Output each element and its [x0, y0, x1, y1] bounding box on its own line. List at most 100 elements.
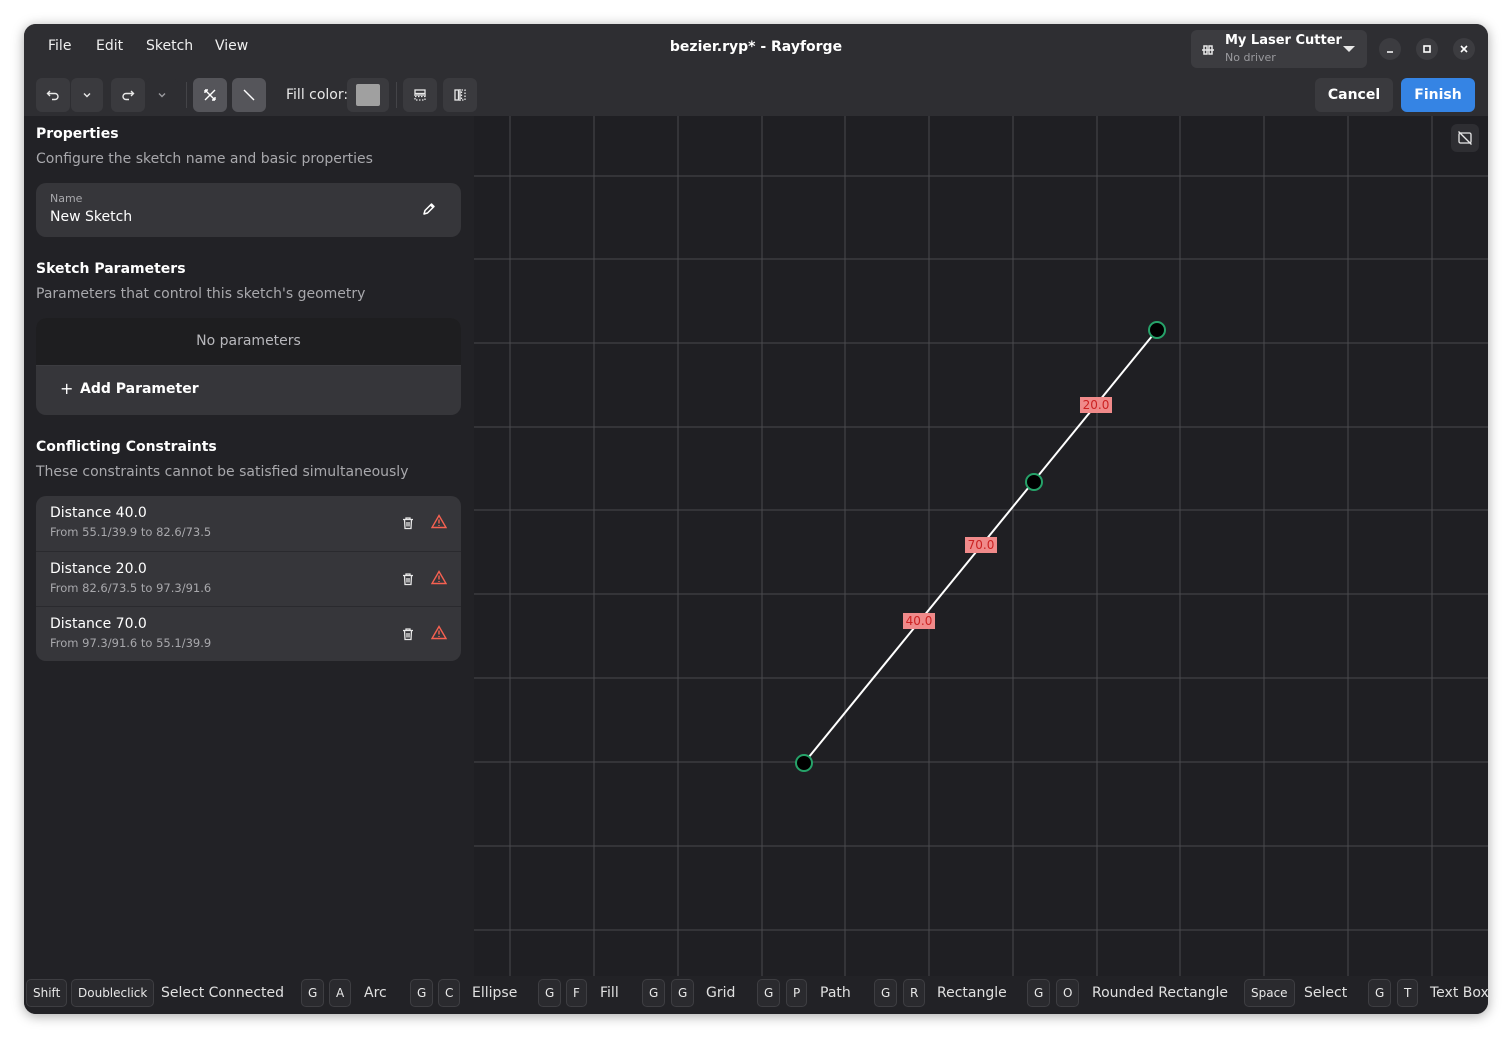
properties-description: Configure the sketch name and basic prop… — [36, 151, 373, 167]
key-badge: R — [903, 979, 926, 1007]
shortcut-bar: Shift Doubleclick Select Connected G A A… — [24, 976, 1488, 1014]
name-label: Name — [50, 192, 83, 205]
close-icon — [1460, 45, 1468, 53]
sketch-drawing[interactable]: 20.0 70.0 40.0 — [474, 116, 1488, 976]
sketch-point — [1025, 473, 1043, 491]
shortcut-label: Rounded Rectangle — [1092, 985, 1228, 1001]
key-badge: G — [671, 979, 695, 1007]
dimension-text: 20.0 — [1083, 398, 1110, 412]
add-parameter-label: Add Parameter — [80, 381, 199, 397]
toolbar-divider — [396, 82, 397, 108]
parameters-empty-state: No parameters — [36, 318, 461, 366]
key-badge: G — [538, 979, 562, 1007]
minimize-button[interactable] — [1379, 38, 1401, 60]
shortcut-label: Select Connected — [161, 985, 285, 1001]
chevron-down-icon — [1343, 46, 1355, 52]
dimension-text: 70.0 — [968, 538, 995, 552]
parameters-card: No parameters + Add Parameter — [36, 318, 461, 415]
conflict-title: Distance 70.0 — [50, 616, 147, 632]
close-button[interactable] — [1453, 38, 1475, 60]
key-badge: G — [1027, 979, 1051, 1007]
fill-color-button[interactable] — [347, 78, 389, 112]
key-badge: Doubleclick — [71, 979, 155, 1007]
name-value: New Sketch — [50, 209, 133, 225]
flip-horizontal-icon — [414, 89, 426, 101]
conflict-row[interactable]: Distance 40.0 From 55.1/39.9 to 82.6/73.… — [36, 496, 461, 551]
fill-color-label: Fill color: — [286, 87, 349, 103]
key-badge: O — [1056, 979, 1080, 1007]
trash-icon[interactable] — [401, 515, 415, 534]
key-badge: F — [566, 979, 587, 1007]
key-badge: P — [786, 979, 808, 1007]
no-parameters-text: No parameters — [196, 333, 301, 349]
header-bar: File Edit Sketch View bezier.ryp* - Rayf… — [24, 24, 1488, 74]
flip-horizontal-button[interactable] — [403, 78, 437, 112]
construction-toggle-button[interactable] — [193, 78, 227, 112]
parameters-description: Parameters that control this sketch's ge… — [36, 286, 366, 302]
conflict-row[interactable]: Distance 70.0 From 97.3/91.6 to 55.1/39.… — [36, 606, 461, 661]
warning-icon — [430, 570, 448, 589]
app-window: File Edit Sketch View bezier.ryp* - Rayf… — [24, 24, 1488, 1014]
hide-overlay-icon — [1458, 131, 1472, 145]
dimension-text: 40.0 — [906, 614, 933, 628]
sketch-point — [1148, 321, 1166, 339]
shortcut-label: Ellipse — [472, 985, 518, 1001]
toggle-visibility-button[interactable] — [1451, 124, 1479, 152]
sketch-canvas[interactable]: 20.0 70.0 40.0 — [474, 116, 1488, 976]
shortcut-label: Select — [1304, 985, 1348, 1001]
shortcut-label: Path — [820, 985, 851, 1001]
finish-button[interactable]: Finish — [1401, 78, 1475, 112]
key-badge: A — [329, 979, 352, 1007]
cancel-button[interactable]: Cancel — [1315, 78, 1393, 112]
shortcut-label: Arc — [364, 985, 387, 1001]
redo-icon — [122, 90, 135, 101]
conflicts-list: Distance 40.0 From 55.1/39.9 to 82.6/73.… — [36, 496, 461, 661]
plus-icon: + — [60, 379, 74, 398]
toolbar: Fill color: Cancel Finish — [24, 74, 1488, 116]
conflict-title: Distance 40.0 — [50, 505, 147, 521]
conflict-subtitle: From 97.3/91.6 to 55.1/39.9 — [50, 636, 212, 650]
redo-history-button[interactable] — [146, 78, 178, 112]
fill-color-swatch — [356, 84, 380, 106]
machine-selector[interactable]: My Laser Cutter No driver — [1191, 30, 1367, 68]
add-parameter-button[interactable]: + Add Parameter — [36, 365, 461, 415]
dimension-label-70: 70.0 — [965, 537, 997, 553]
dimension-label-40: 40.0 — [903, 613, 935, 629]
key-badge: Shift — [26, 979, 68, 1007]
key-badge: G — [642, 979, 666, 1007]
crossed-arrows-icon — [204, 89, 216, 101]
chevron-down-icon — [158, 93, 166, 98]
undo-button[interactable] — [36, 78, 70, 112]
shortcut-label: Text Box — [1430, 985, 1488, 1001]
diagonal-line-icon — [243, 89, 255, 101]
trash-icon[interactable] — [401, 571, 415, 590]
sketch-name-row[interactable]: Name New Sketch — [36, 183, 461, 237]
conflict-subtitle: From 82.6/73.5 to 97.3/91.6 — [50, 581, 212, 595]
undo-history-button[interactable] — [71, 78, 103, 112]
sidebar: Properties Configure the sketch name and… — [24, 116, 474, 976]
warning-icon — [430, 625, 448, 644]
maximize-icon — [1423, 45, 1431, 53]
parameters-title: Sketch Parameters — [36, 261, 186, 277]
undo-icon — [46, 90, 59, 101]
flip-vertical-button[interactable] — [443, 78, 477, 112]
machine-icon — [1201, 42, 1215, 61]
chevron-down-icon — [83, 93, 91, 98]
edit-pencil-icon[interactable] — [421, 201, 437, 221]
conflict-row[interactable]: Distance 20.0 From 82.6/73.5 to 97.3/91.… — [36, 551, 461, 607]
key-badge: T — [1397, 979, 1419, 1007]
key-badge: G — [301, 979, 325, 1007]
warning-icon — [430, 514, 448, 533]
shortcut-label: Fill — [600, 985, 619, 1001]
maximize-button[interactable] — [1416, 38, 1438, 60]
conflict-title: Distance 20.0 — [50, 561, 147, 577]
shortcut-label: Rectangle — [937, 985, 1007, 1001]
dimension-label-20: 20.0 — [1080, 397, 1112, 413]
shortcut-label: Grid — [706, 985, 736, 1001]
minimize-icon — [1387, 51, 1393, 53]
machine-name: My Laser Cutter — [1225, 33, 1342, 48]
redo-button[interactable] — [111, 78, 145, 112]
line-tool-button[interactable] — [232, 78, 266, 112]
trash-icon[interactable] — [401, 626, 415, 645]
flip-vertical-icon — [454, 89, 466, 101]
